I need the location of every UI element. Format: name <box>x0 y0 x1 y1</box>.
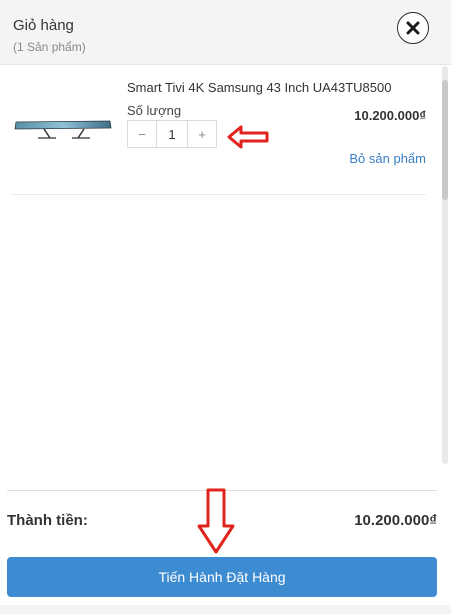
scrollbar-thumb[interactable] <box>442 80 448 200</box>
quantity-stepper: − 1 + <box>127 120 217 148</box>
quantity-value[interactable]: 1 <box>156 121 188 147</box>
bottom-bar <box>0 605 451 614</box>
checkout-button[interactable]: Tiến Hành Đặt Hàng <box>7 557 437 597</box>
total-label: Thành tiền: <box>7 512 88 529</box>
total-value: 10.200.000₫ <box>354 512 437 529</box>
cart-title: Giỏ hàng <box>13 17 74 34</box>
product-image <box>14 120 112 139</box>
item-price: 10.200.000₫ <box>354 108 426 123</box>
arrow-left-icon <box>227 125 269 149</box>
cart-item-count: (1 Sản phẩm) <box>13 40 86 54</box>
close-button[interactable] <box>397 12 429 44</box>
cart-header: Giỏ hàng (1 Sản phẩm) <box>0 0 451 65</box>
scrollbar[interactable] <box>442 66 448 464</box>
decrement-button[interactable]: − <box>128 121 156 147</box>
cart-item: Smart Tivi 4K Samsung 43 Inch UA43TU8500… <box>10 66 426 195</box>
quantity-label: Số lượng <box>127 103 182 118</box>
close-icon <box>406 21 420 35</box>
increment-button[interactable]: + <box>188 121 216 147</box>
remove-item-link[interactable]: Bỏ sản phẩm <box>349 151 426 166</box>
product-name[interactable]: Smart Tivi 4K Samsung 43 Inch UA43TU8500 <box>127 80 391 95</box>
arrow-down-icon <box>197 488 235 554</box>
